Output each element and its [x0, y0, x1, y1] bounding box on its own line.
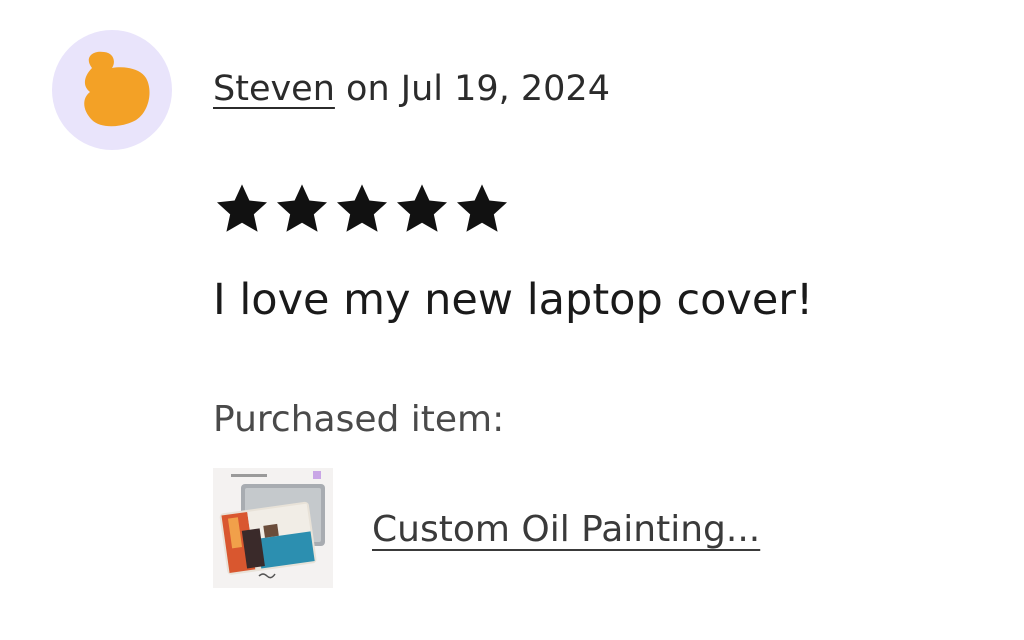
purchased-item-link[interactable]: Custom Oil Painting... — [372, 504, 760, 556]
star-filled-icon — [276, 184, 328, 232]
star-filled-icon — [456, 184, 508, 232]
star-rating — [213, 180, 511, 238]
star-filled-icon — [396, 184, 448, 232]
star-filled-icon — [336, 184, 388, 232]
review-meta: Steven on Jul 19, 2024 — [213, 64, 610, 114]
laptop-cover-painting-thumbnail — [213, 468, 333, 588]
review-text: I love my new laptop cover! — [213, 275, 814, 325]
review-date: on Jul 19, 2024 — [334, 69, 610, 109]
blob-avatar-icon — [84, 51, 150, 127]
reviewer-avatar[interactable] — [52, 30, 172, 150]
review-card: Steven on Jul 19, 2024 I love my new lap… — [0, 0, 1024, 640]
star-filled-icon — [216, 184, 268, 232]
purchased-item-label: Purchased item: — [213, 399, 505, 440]
reviewer-name-link[interactable]: Steven — [213, 69, 335, 109]
purchased-item-thumbnail[interactable] — [213, 468, 333, 588]
